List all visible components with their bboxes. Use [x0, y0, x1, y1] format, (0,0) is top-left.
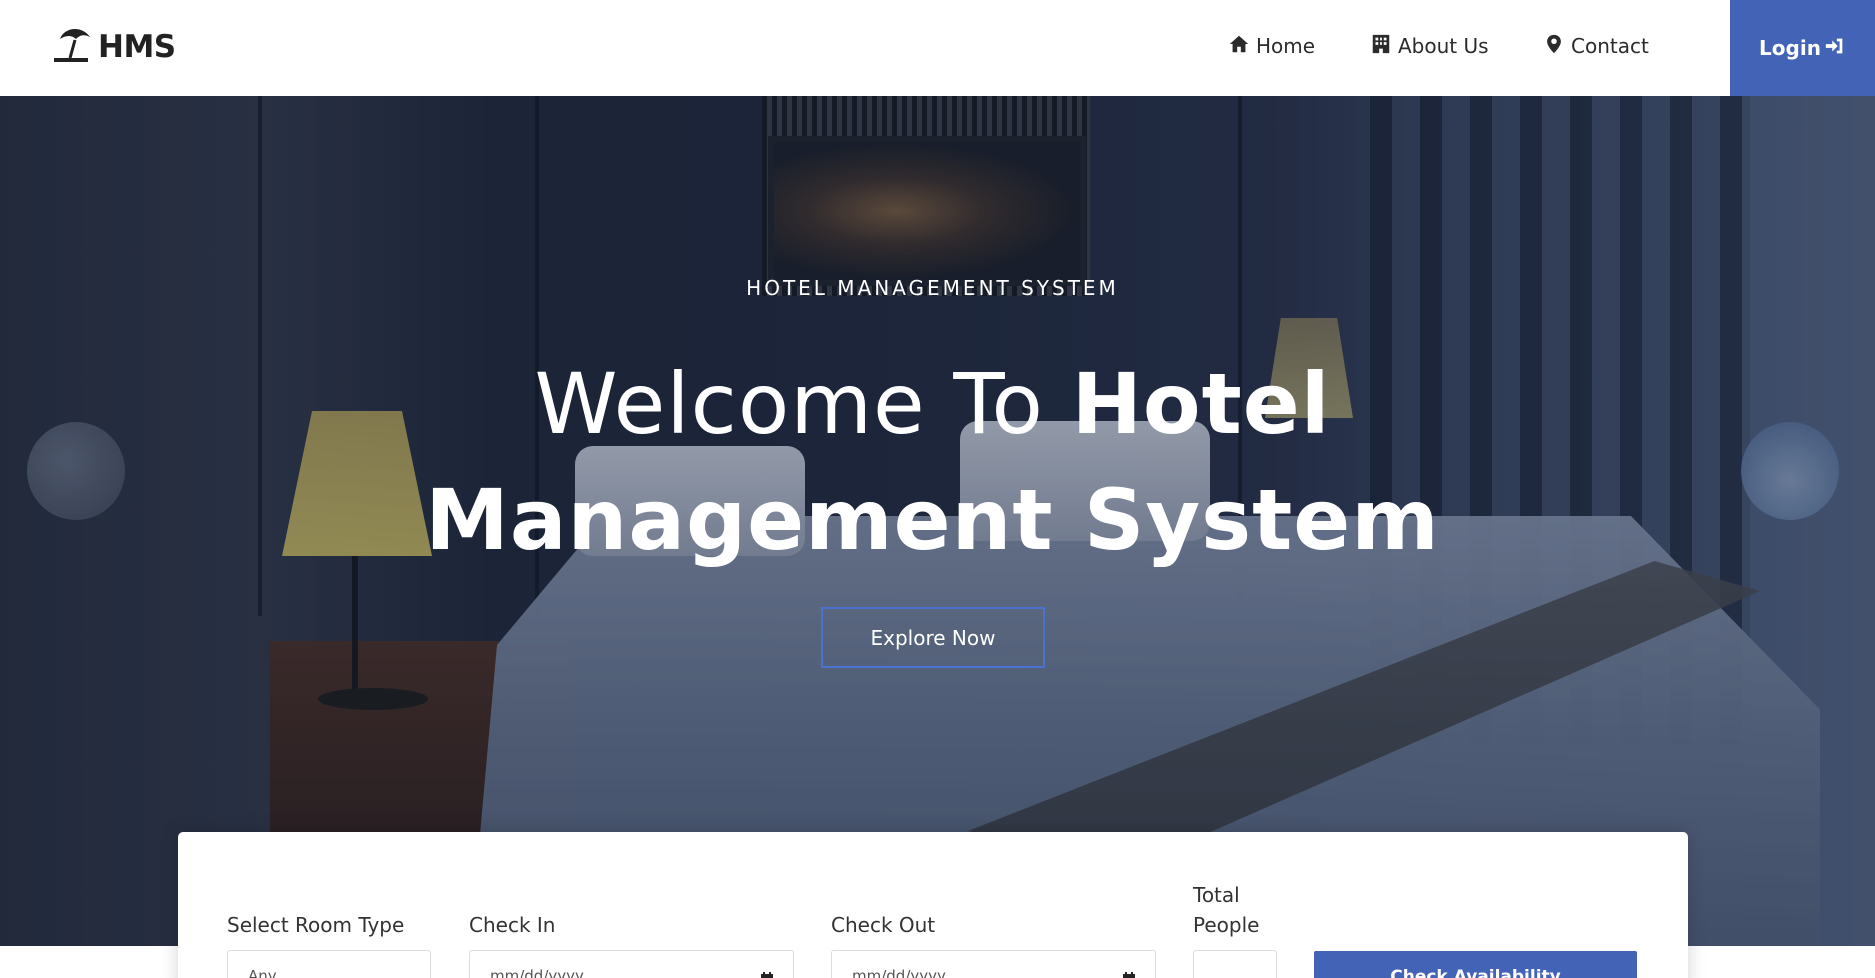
hero-title-bold-2: Management System — [425, 471, 1440, 569]
map-marker-icon — [1543, 33, 1565, 60]
brand-name: HMS — [98, 29, 176, 65]
brand-logo[interactable]: HMS — [48, 26, 176, 68]
sign-in-icon — [1824, 35, 1846, 62]
calendar-icon[interactable] — [1121, 971, 1137, 978]
hero-section: HOTEL MANAGEMENT SYSTEM Welcome To Hotel… — [0, 96, 1875, 946]
check-in-label: Check In — [469, 913, 556, 937]
login-label: Login — [1759, 36, 1821, 60]
check-in-placeholder: mm/dd/yyyy — [490, 967, 584, 978]
building-icon — [1370, 33, 1392, 60]
check-availability-button[interactable]: Check Availability — [1314, 951, 1637, 978]
nav-about-us[interactable]: About Us — [1370, 30, 1489, 62]
check-out-date-input[interactable]: mm/dd/yyyy — [831, 950, 1156, 978]
hero-title-light: Welcome To — [534, 355, 1072, 453]
room-type-label: Select Room Type — [227, 913, 405, 937]
hero-subtitle: HOTEL MANAGEMENT SYSTEM — [746, 276, 1119, 300]
login-button[interactable]: Login — [1730, 0, 1875, 96]
total-people-label: Total People — [1193, 883, 1260, 937]
nav-home-label: Home — [1256, 34, 1316, 58]
total-people-input[interactable] — [1193, 950, 1277, 978]
check-in-date-input[interactable]: mm/dd/yyyy — [469, 950, 794, 978]
booking-form: Select Room Type Check In Check Out Tota… — [178, 832, 1688, 978]
check-out-label: Check Out — [831, 913, 936, 937]
calendar-icon[interactable] — [759, 971, 775, 978]
umbrella-beach-icon — [48, 25, 92, 70]
nav-home[interactable]: Home — [1228, 30, 1315, 62]
hero-title: Welcome To Hotel Management System — [360, 346, 1505, 578]
navbar: HMS Home About Us Contact Login — [0, 0, 1875, 96]
hero-title-bold-1: Hotel — [1071, 355, 1331, 453]
nav-contact-label: Contact — [1571, 34, 1649, 58]
room-type-value: Any — [248, 967, 277, 978]
check-out-placeholder: mm/dd/yyyy — [852, 967, 946, 978]
nav-contact[interactable]: Contact — [1543, 30, 1649, 62]
room-type-select[interactable]: Any — [227, 950, 431, 978]
nav-about-label: About Us — [1398, 34, 1489, 58]
home-icon — [1228, 33, 1250, 60]
explore-now-button[interactable]: Explore Now — [821, 607, 1045, 668]
